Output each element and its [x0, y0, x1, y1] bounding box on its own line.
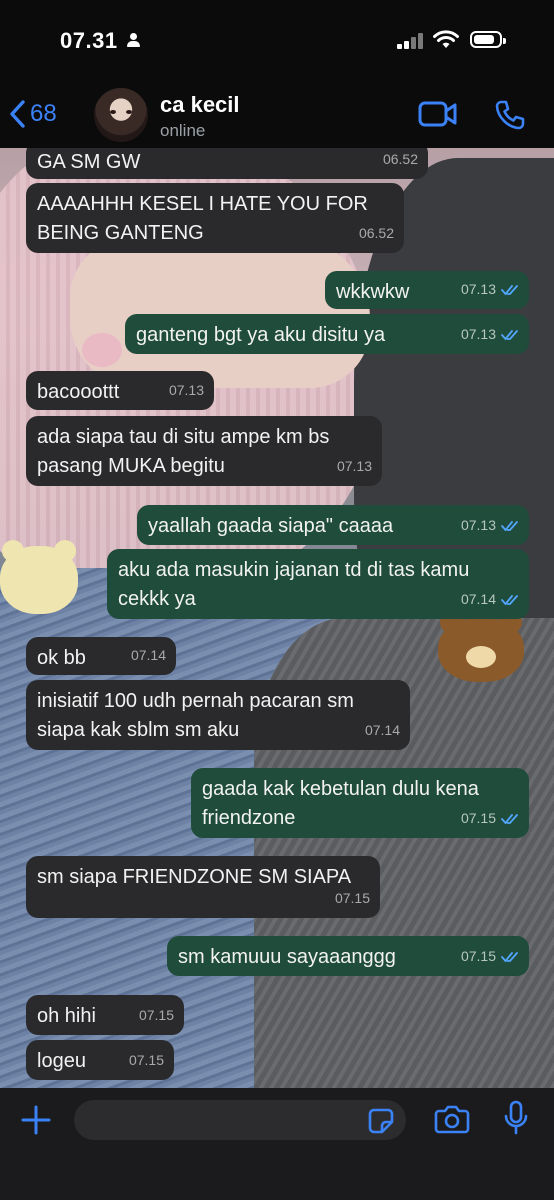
- double-check-icon: [501, 813, 518, 824]
- incoming-message[interactable]: inisiatif 100 udh pernah pacaran sm siap…: [26, 680, 410, 750]
- outgoing-message[interactable]: sm kamuuu sayaaanggg 07.15: [167, 936, 529, 976]
- back-button[interactable]: 68: [8, 94, 57, 134]
- incoming-message[interactable]: sm siapa FRIENDZONE SM SIAPA 07.15: [26, 856, 380, 918]
- message-meta: 07.13: [169, 376, 204, 405]
- message-meta: 06.52: [359, 219, 394, 248]
- message-time: 07.13: [460, 517, 496, 533]
- message-input[interactable]: [74, 1100, 406, 1140]
- person-icon: [127, 33, 140, 47]
- unread-count: 68: [30, 100, 57, 127]
- message-text: GA SM GW: [37, 151, 141, 173]
- message-meta: 07.15: [129, 1046, 164, 1075]
- contact-name[interactable]: ca kecil: [160, 92, 240, 118]
- status-time: 07.31: [60, 28, 118, 53]
- message-meta: 07.13: [461, 275, 519, 304]
- message-meta: 07.13: [461, 511, 519, 540]
- message-text: sm siapa FRIENDZONE SM SIAPA: [37, 866, 352, 888]
- message-meta: 07.15: [461, 804, 519, 833]
- double-check-icon: [501, 951, 518, 962]
- message-meta: 07.15: [461, 942, 519, 971]
- camera-icon[interactable]: [434, 1104, 470, 1134]
- outgoing-message[interactable]: yaallah gaada siapa" caaaa 07.13: [137, 505, 529, 545]
- message-text: inisiatif 100 udh pernah pacaran sm siap…: [37, 690, 354, 741]
- chat-header: 68 ca kecil online: [0, 80, 554, 148]
- message-meta: 07.14: [131, 641, 166, 670]
- battery-icon: [470, 31, 506, 48]
- message-text: aku ada masukin jajanan td di tas kamu c…: [118, 559, 470, 610]
- incoming-message[interactable]: logeu 07.15: [26, 1040, 174, 1080]
- message-time: 07.14: [130, 647, 166, 663]
- incoming-message[interactable]: ada siapa tau di situ ampe km bs pasang …: [26, 416, 382, 486]
- message-meta: 07.14: [365, 716, 400, 745]
- incoming-message[interactable]: bacooottt 07.13: [26, 371, 214, 410]
- message-time: 07.15: [460, 948, 496, 964]
- outgoing-message[interactable]: aku ada masukin jajanan td di tas kamu c…: [107, 549, 529, 619]
- double-check-icon: [501, 284, 518, 295]
- double-check-icon: [501, 329, 518, 340]
- bear-keychain-brown: [438, 610, 524, 682]
- status-bar: 07.31: [0, 0, 554, 80]
- message-meta: 07.15: [335, 884, 370, 913]
- video-call-icon[interactable]: [418, 100, 458, 128]
- bear-keychain-yellow: [0, 540, 78, 614]
- message-time: 07.13: [336, 458, 372, 474]
- wifi-icon: [433, 30, 459, 48]
- composer-bar: [0, 1088, 554, 1200]
- message-meta: 07.13: [337, 452, 372, 481]
- outgoing-message[interactable]: ganteng bgt ya aku disitu ya 07.13: [125, 314, 529, 354]
- outgoing-message[interactable]: gaada kak kebetulan dulu kena friendzone…: [191, 768, 529, 838]
- message-time: 07.15: [128, 1052, 164, 1068]
- message-text: ada siapa tau di situ ampe km bs pasang …: [37, 426, 330, 477]
- contact-status: online: [160, 121, 206, 140]
- double-check-icon: [501, 520, 518, 531]
- sticker-icon[interactable]: [368, 1108, 394, 1134]
- phone-icon[interactable]: [494, 99, 526, 131]
- message-time: 07.13: [460, 326, 496, 342]
- message-time: 07.15: [334, 890, 370, 906]
- message-meta: 07.14: [461, 585, 519, 614]
- outgoing-message[interactable]: wkkwkw 07.13: [325, 271, 529, 309]
- message-time: 07.13: [168, 382, 204, 398]
- plus-icon[interactable]: [20, 1104, 52, 1136]
- message-meta: 07.13: [461, 320, 519, 349]
- message-time: 07.15: [460, 810, 496, 826]
- microphone-icon[interactable]: [503, 1100, 529, 1136]
- message-time: 07.14: [460, 591, 496, 607]
- incoming-message[interactable]: ok bb 07.14: [26, 637, 176, 675]
- cellular-signal-icon: [397, 33, 425, 49]
- message-time: 06.52: [382, 151, 418, 167]
- double-check-icon: [501, 594, 518, 605]
- message-time: 07.15: [138, 1007, 174, 1023]
- message-meta: 06.52: [383, 145, 418, 174]
- message-meta: 07.15: [139, 1001, 174, 1030]
- message-time: 07.14: [364, 722, 400, 738]
- message-text: AAAAHHH KESEL I HATE YOU FOR BEING GANTE…: [37, 193, 368, 244]
- back-chevron-icon: [10, 100, 25, 128]
- message-time: 06.52: [358, 225, 394, 241]
- incoming-message[interactable]: oh hihi 07.15: [26, 995, 184, 1035]
- avatar[interactable]: [94, 88, 148, 142]
- incoming-message[interactable]: AAAAHHH KESEL I HATE YOU FOR BEING GANTE…: [26, 183, 404, 253]
- message-time: 07.13: [460, 281, 496, 297]
